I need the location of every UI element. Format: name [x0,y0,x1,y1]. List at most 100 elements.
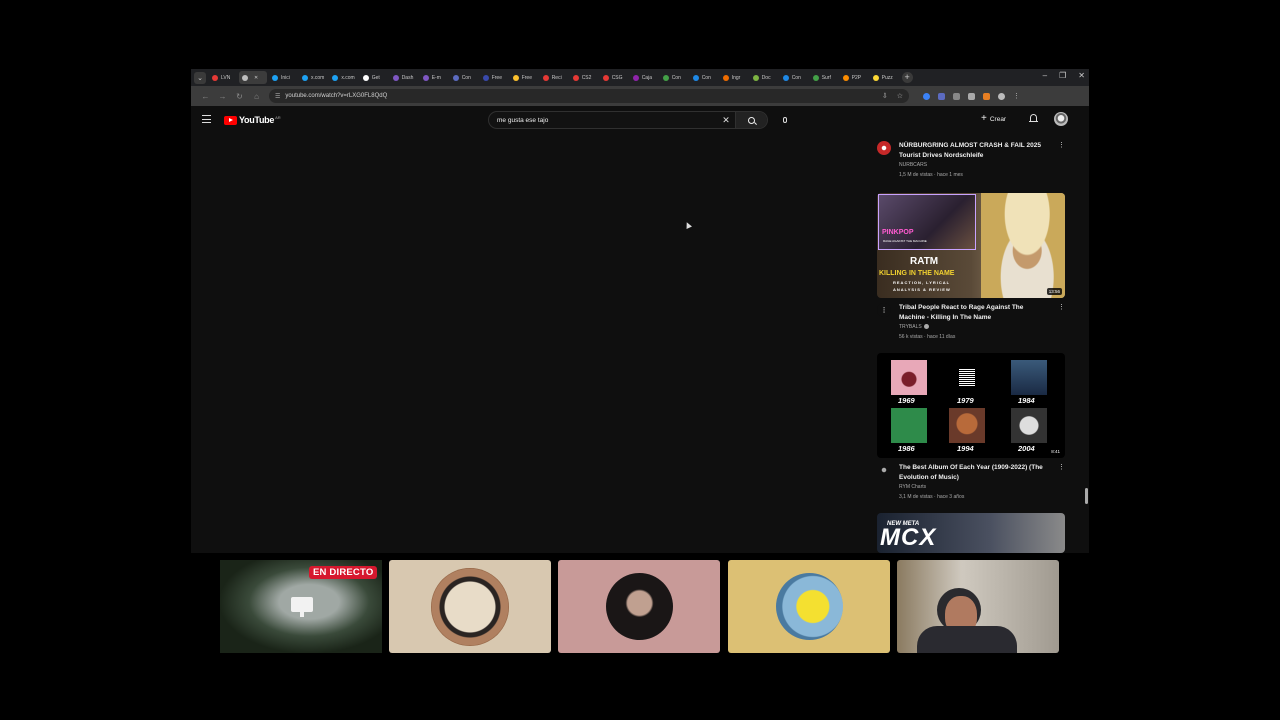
tab-label: x.com [341,74,355,81]
browser-tab[interactable]: P2P [840,71,868,84]
tab-label: Puzz [881,74,893,81]
forward-button[interactable]: → [214,92,231,101]
tab-favicon-icon [872,74,879,81]
tab-label: LVN [221,74,231,81]
tab-favicon-icon [602,74,609,81]
browser-tab[interactable]: Con [660,71,688,84]
browser-tab[interactable]: E-m [420,71,448,84]
browser-tab[interactable]: Con [690,71,718,84]
bookmark-star-icon[interactable]: ☆ [897,92,903,100]
create-label: Crear [989,115,1007,123]
tab-label: CS2 [581,74,592,81]
back-button[interactable]: ← [197,92,214,101]
close-tab-icon[interactable]: ✕ [254,75,258,81]
more-actions-icon[interactable]: ⋮ [1058,141,1065,149]
thumb-title-text: MCX [880,524,937,551]
tab-favicon-icon [242,74,248,81]
close-window-button[interactable]: ✕ [1078,71,1085,80]
create-button[interactable]: + Crear [981,114,1006,124]
browser-tab[interactable]: LVN [209,71,237,84]
minimize-button[interactable]: – [1043,71,1047,80]
channel-avatar[interactable]: ⁝ [877,303,891,317]
search-button[interactable] [735,112,767,128]
browser-tab[interactable]: Con [450,71,478,84]
video-thumbnail[interactable]: 1969 1979 1984 1986 1994 2004 8:41 [877,353,1065,458]
tab-favicon-icon [782,74,789,81]
tab-strip: ⌄ LVN ✕ Inici x.com x.com Get Dash E-m Con Free Fr… [191,69,1089,86]
install-icon[interactable]: ⇩ [882,92,888,100]
video-thumbnail[interactable]: PINKPOP RAGE AGAINST THE MACHINE RATM KI… [877,193,1065,298]
search-input[interactable] [489,112,717,128]
more-actions-icon[interactable]: ⋮ [1058,463,1065,471]
extension-icon[interactable] [953,92,960,100]
tab-search-dropdown[interactable]: ⌄ [194,71,206,84]
tab-favicon-icon [572,74,579,81]
youtube-logo[interactable]: YouTube AR [224,115,281,125]
channel-avatar[interactable] [877,141,891,155]
album-cover [959,368,975,386]
hamburger-menu-icon[interactable] [202,115,211,123]
home-button[interactable]: ⌂ [248,92,265,101]
plus-icon: + [981,113,987,124]
browser-tab[interactable]: Doc [750,71,778,84]
notifications-bell-icon[interactable] [1029,114,1038,124]
tab-label: Con [461,74,471,81]
browser-tab[interactable]: Reci [540,71,568,84]
channel-name[interactable]: RYM Charts [899,484,926,490]
video-title[interactable]: The Best Album Of Each Year (1909-2022) … [899,463,1049,483]
account-avatar[interactable] [1054,112,1068,126]
verified-icon [923,324,929,330]
recommended-video[interactable]: NÜRBURGRING ALMOST CRASH & FAIL 2025 Tou… [877,134,1067,182]
extension-icon[interactable] [923,92,930,100]
browser-tab[interactable]: Free [510,71,538,84]
extension-icon[interactable] [938,92,945,100]
maximize-button[interactable]: ❐ [1059,71,1066,80]
tab-label: Inici [281,74,290,81]
thumb-caption-text: ANALYSIS & REVIEW [893,287,951,292]
recommended-video[interactable]: NEW META MCX [877,513,1067,553]
video-thumbnail[interactable]: NEW META MCX [877,513,1065,553]
browser-tab[interactable]: Dash [390,71,418,84]
voice-search-icon[interactable] [779,114,791,126]
browser-tab[interactable]: CSG [600,71,628,84]
scrollbar-thumb[interactable] [1085,488,1088,504]
profile-icon[interactable] [998,92,1005,100]
more-actions-icon[interactable]: ⋮ [1058,303,1065,311]
address-bar[interactable]: ☰ youtube.com/watch?v=rLXG0FL8QdQ ⇩ ☆ [269,89,909,103]
clear-search-icon[interactable]: ✕ [717,115,735,126]
thumbnail-inset: PINKPOP RAGE AGAINST THE MACHINE [878,194,976,250]
browser-tab[interactable]: ✕ [239,71,267,84]
tab-favicon-icon [512,74,519,81]
tab-label: Get [371,74,380,81]
tab-label: Con [671,74,681,81]
new-tab-button[interactable]: + [901,72,913,83]
browser-menu-icon[interactable]: ⋮ [1013,92,1020,100]
browser-tab[interactable]: x.com [299,71,327,84]
tabs-container: LVN ✕ Inici x.com x.com Get Dash E-m Con Free Free… [209,71,900,84]
browser-tab[interactable]: Caja [630,71,658,84]
browser-tab[interactable]: Free [480,71,508,84]
video-title[interactable]: NÜRBURGRING ALMOST CRASH & FAIL 2025 Tou… [899,141,1049,161]
browser-tab[interactable]: Puzz [870,71,898,84]
browser-tab[interactable]: Surf [810,71,838,84]
recommended-video[interactable]: 1969 1979 1984 1986 1994 2004 8:41 The B… [877,353,1067,503]
channel-name[interactable]: NURBCARS [899,162,927,168]
browser-tab[interactable]: x.com [329,71,357,84]
video-player[interactable] [191,134,871,553]
browser-toolbar: ← → ↻ ⌂ ☰ youtube.com/watch?v=rLXG0FL8Qd… [191,86,1089,106]
channel-name-row[interactable]: TRYBALS [899,324,929,330]
site-info-icon[interactable]: ☰ [275,93,280,100]
reload-button[interactable]: ↻ [231,92,248,101]
video-title[interactable]: Tribal People React to Rage Against The … [899,303,1049,323]
channel-name[interactable]: TRYBALS [899,324,922,330]
browser-tab[interactable]: CS2 [570,71,598,84]
extensions-puzzle-icon[interactable] [968,92,975,100]
browser-tab[interactable]: Get [360,71,388,84]
browser-tab[interactable]: Con [780,71,808,84]
channel-avatar[interactable] [877,463,891,477]
extension-icon[interactable] [983,92,990,100]
browser-tab[interactable]: Inici [269,71,297,84]
recommended-video[interactable]: PINKPOP RAGE AGAINST THE MACHINE RATM KI… [877,193,1067,343]
browser-tab[interactable]: Ingr [720,71,748,84]
page-scrollbar[interactable] [1085,146,1088,551]
